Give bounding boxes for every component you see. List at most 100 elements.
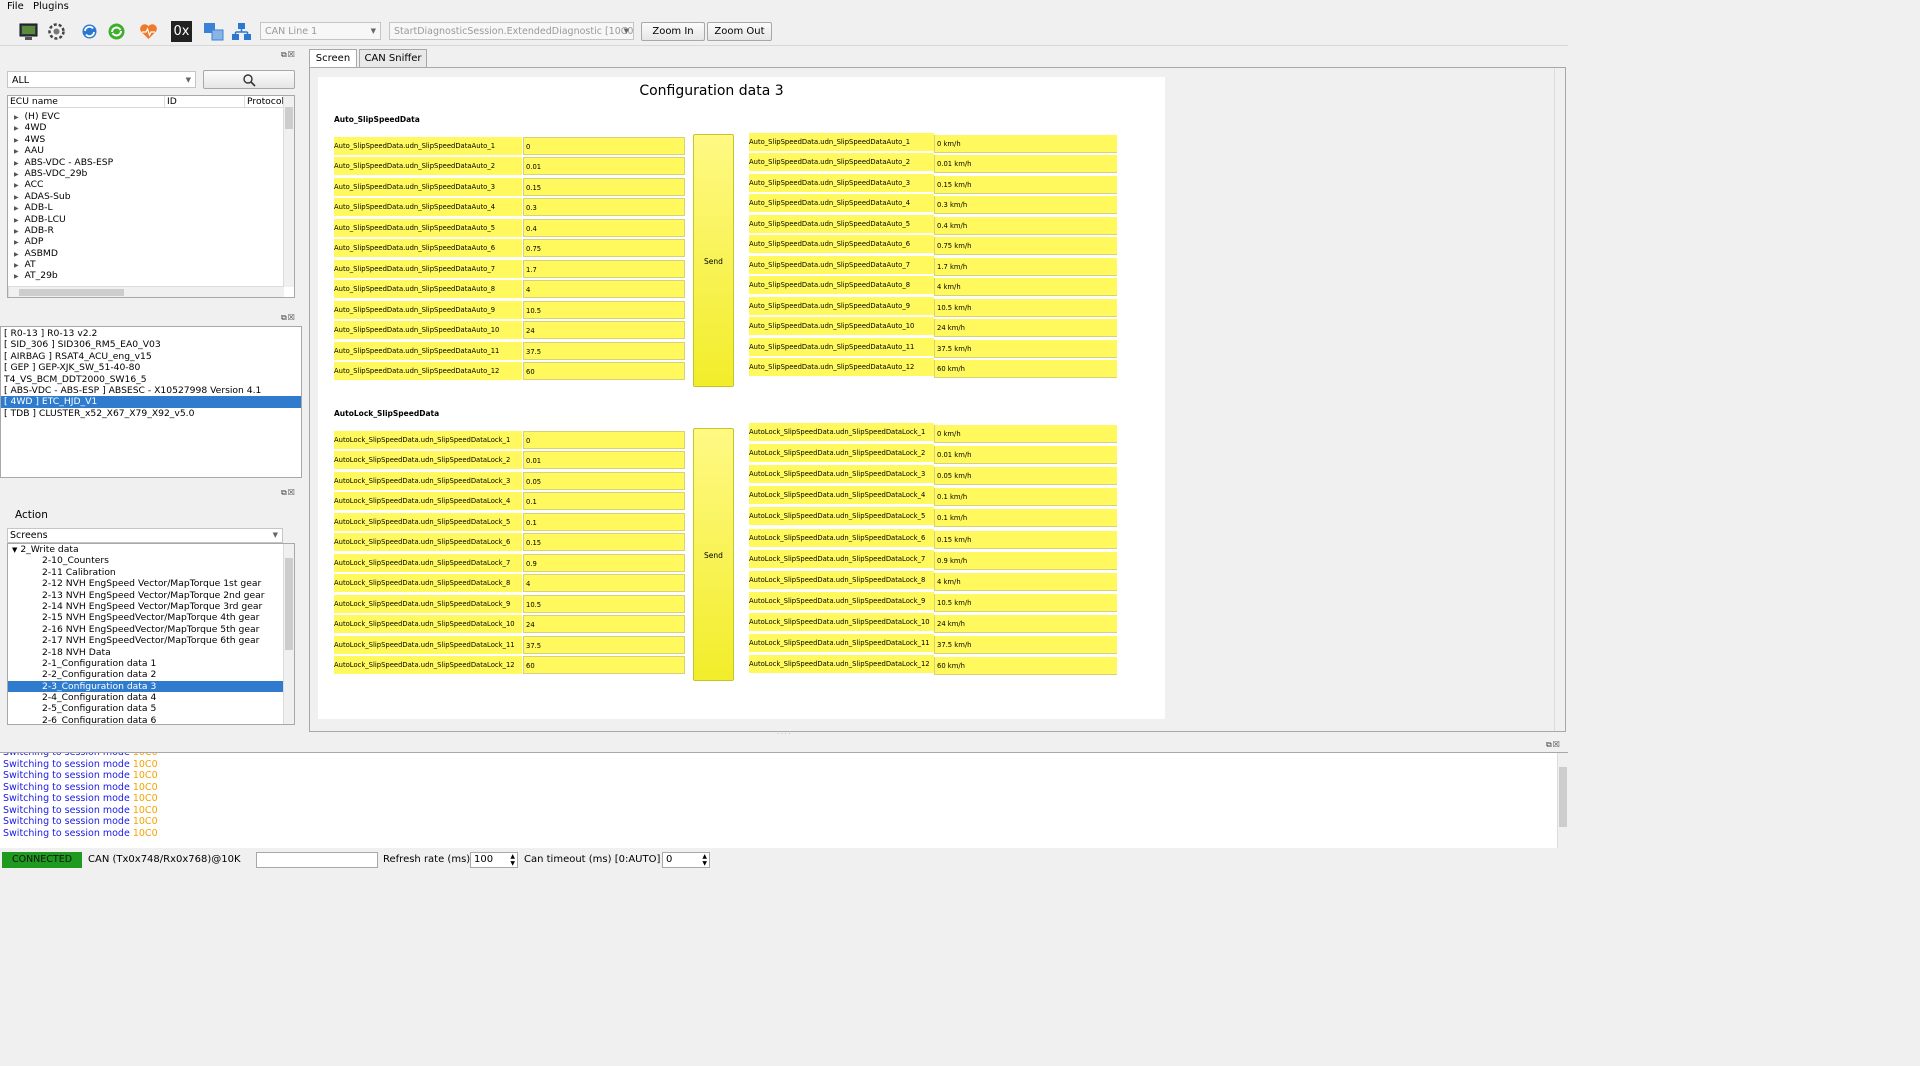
ecu-tree-item[interactable]: ▶ AAU xyxy=(8,145,284,156)
value-input[interactable]: 24 xyxy=(523,615,685,634)
ecu-tree-item[interactable]: ▶ ADB-R xyxy=(8,225,284,236)
open-ecu-item[interactable]: [ AIRBAG ] RSAT4_ACU_eng_v15 xyxy=(1,351,301,362)
value-input[interactable]: 0.75 xyxy=(523,239,685,258)
ecu-tree-item[interactable]: ▶ ABS-VDC - ABS-ESP xyxy=(8,157,284,168)
action-item[interactable]: 2-18 NVH Data xyxy=(8,647,284,658)
open-ecu-item[interactable]: [ SID_306 ] SID306_RM5_EA0_V03 xyxy=(1,339,301,350)
open-ecu-item[interactable]: [ R0-13 ] R0-13 v2.2 xyxy=(1,328,301,339)
value-input[interactable]: 0.9 xyxy=(523,553,685,572)
send-button[interactable]: Send xyxy=(693,134,734,387)
ecu-tree-item[interactable]: ▶ ACC xyxy=(8,179,284,190)
refresh-icon[interactable] xyxy=(79,21,100,42)
ecu-tree-vscroll[interactable] xyxy=(283,96,294,287)
value-input[interactable]: 24 xyxy=(523,321,685,340)
heartbeat-icon[interactable] xyxy=(138,21,159,42)
value-input[interactable]: 0 xyxy=(523,431,685,449)
search-button[interactable] xyxy=(203,70,295,89)
hex-mode-button[interactable]: 0x xyxy=(171,21,192,42)
value-input[interactable]: 0.1 xyxy=(523,492,685,511)
ecu-filter-select[interactable]: ALL ▼ xyxy=(7,71,196,88)
col-ecu-name[interactable]: ECU name xyxy=(10,96,58,107)
open-ecu-item[interactable]: [ GEP ] GEP-XJK_SW_51-40-80 xyxy=(1,362,301,373)
action-item[interactable]: 2-14 NVH EngSpeed Vector/MapTorque 3rd g… xyxy=(8,601,284,612)
action-item[interactable]: 2-3_Configuration data 3 xyxy=(8,680,284,693)
dock-float-close-icon[interactable]: ⧉☒ xyxy=(1546,740,1561,750)
action-item[interactable]: 2-6_Configuration data 6 xyxy=(8,715,284,724)
spin-arrows-icon[interactable]: ▲ ▼ xyxy=(702,853,707,867)
ecu-tree-item[interactable]: ▶ ADP xyxy=(8,236,284,247)
action-item[interactable]: 2-4_Configuration data 4 xyxy=(8,692,284,703)
menu-file[interactable]: File xyxy=(7,1,24,12)
dock-float-close-icon[interactable]: ⧉☒ xyxy=(281,488,296,498)
action-item[interactable]: 2-13 NVH EngSpeed Vector/MapTorque 2nd g… xyxy=(8,590,284,601)
value-input[interactable]: 0 xyxy=(523,137,685,155)
dock-float-close-icon[interactable]: ⧉☒ xyxy=(281,313,296,323)
value-input[interactable]: 0.1 xyxy=(523,512,685,531)
ecu-tree-item[interactable]: ▶ 4WD xyxy=(8,122,284,133)
value-input[interactable]: 0.15 xyxy=(523,533,685,552)
value-input[interactable]: 60 xyxy=(523,655,685,674)
tree-group-write-data[interactable]: ▼ 2_Write data xyxy=(8,544,294,555)
value-input[interactable]: 0.01 xyxy=(523,157,685,176)
open-ecu-item[interactable]: [ ABS-VDC - ABS-ESP ] ABSESC - X10527998… xyxy=(1,385,301,396)
menu-plugins[interactable]: Plugins xyxy=(33,1,69,12)
splitter-handle[interactable]: · · · · xyxy=(777,731,790,738)
action-item[interactable]: 2-2_Configuration data 2 xyxy=(8,669,284,680)
value-input[interactable]: 0.01 xyxy=(523,451,685,470)
dock-float-close-icon[interactable]: ⧉☒ xyxy=(281,50,296,60)
network-icon[interactable] xyxy=(231,21,252,42)
ecu-tree-item[interactable]: ▶ AT xyxy=(8,259,284,270)
value-input[interactable]: 1.7 xyxy=(523,259,685,278)
ecu-tree-item[interactable]: ▶ ADB-LCU xyxy=(8,214,284,225)
action-type-select[interactable]: Screens ▼ xyxy=(7,528,283,543)
col-protocol[interactable]: Protocol xyxy=(244,96,284,107)
status-input[interactable] xyxy=(256,852,378,868)
value-input[interactable]: 37.5 xyxy=(523,341,685,360)
ecu-tree-item[interactable]: ▶ AT_29b xyxy=(8,270,284,281)
col-id[interactable]: ID xyxy=(164,96,177,107)
value-input[interactable]: 10.5 xyxy=(523,594,685,613)
ecu-tree-item[interactable]: ▶ (H) EVC xyxy=(8,111,284,122)
ecu-tree-item[interactable]: ▶ ADB-L xyxy=(8,202,284,213)
session-select[interactable]: StartDiagnosticSession.ExtendedDiagnosti… xyxy=(389,22,634,40)
settings-gear-icon[interactable] xyxy=(46,21,67,42)
value-input[interactable]: 0.3 xyxy=(523,198,685,217)
open-ecu-item[interactable]: [ 4WD ] ETC_HJD_V1 xyxy=(1,396,301,408)
zoom-in-button[interactable]: Zoom In xyxy=(641,22,705,41)
action-item[interactable]: 2-10_Counters xyxy=(8,555,284,566)
can-line-select[interactable]: CAN Line 1 ▼ xyxy=(260,22,381,40)
action-item[interactable]: 2-5_Configuration data 5 xyxy=(8,703,284,714)
value-input[interactable]: 4 xyxy=(523,280,685,299)
value-input[interactable]: 37.5 xyxy=(523,635,685,654)
ecu-tree-hscroll[interactable] xyxy=(8,286,284,297)
monitor-icon[interactable] xyxy=(18,21,39,42)
open-ecu-item[interactable]: T4_VS_BCM_DDT2000_SW16_5 xyxy=(1,374,301,385)
tab-can-sniffer[interactable]: CAN Sniffer xyxy=(359,49,427,68)
action-tree-vscroll[interactable] xyxy=(283,544,294,724)
translate-icon[interactable] xyxy=(203,21,224,42)
screen-vscroll[interactable] xyxy=(1554,68,1565,731)
ecu-tree-item[interactable]: ▶ ADAS-Sub xyxy=(8,191,284,202)
value-input[interactable]: 4 xyxy=(523,574,685,593)
log-vscroll[interactable] xyxy=(1557,753,1568,848)
action-item[interactable]: 2-15 NVH EngSpeedVector/MapTorque 4th ge… xyxy=(8,612,284,623)
value-input[interactable]: 0.15 xyxy=(523,177,685,196)
action-item[interactable]: 2-12 NVH EngSpeed Vector/MapTorque 1st g… xyxy=(8,578,284,589)
ecu-tree-item[interactable]: ▶ ABS-VDC_29b xyxy=(8,168,284,179)
zoom-out-button[interactable]: Zoom Out xyxy=(707,22,772,41)
tab-screen[interactable]: Screen xyxy=(309,49,357,68)
spin-arrows-icon[interactable]: ▲ ▼ xyxy=(510,853,515,867)
refresh-rate-spinbox[interactable]: 100 ▲ ▼ xyxy=(470,852,518,868)
action-item[interactable]: 2-17 NVH EngSpeedVector/MapTorque 6th ge… xyxy=(8,635,284,646)
action-item[interactable]: 2-16 NVH EngSpeedVector/MapTorque 5th ge… xyxy=(8,624,284,635)
can-timeout-spinbox[interactable]: 0 ▲ ▼ xyxy=(662,852,710,868)
value-input[interactable]: 60 xyxy=(523,361,685,380)
action-item[interactable]: 2-11 Calibration xyxy=(8,567,284,578)
ecu-tree-item[interactable]: ▶ ASBMD xyxy=(8,248,284,259)
open-ecu-item[interactable]: [ TDB ] CLUSTER_x52_X67_X79_X92_v5.0 xyxy=(1,408,301,419)
sync-green-icon[interactable] xyxy=(106,21,127,42)
value-input[interactable]: 0.4 xyxy=(523,218,685,237)
ecu-tree-item[interactable]: ▶ 4WS xyxy=(8,134,284,145)
send-button[interactable]: Send xyxy=(693,428,734,681)
action-item[interactable]: 2-1_Configuration data 1 xyxy=(8,658,284,669)
